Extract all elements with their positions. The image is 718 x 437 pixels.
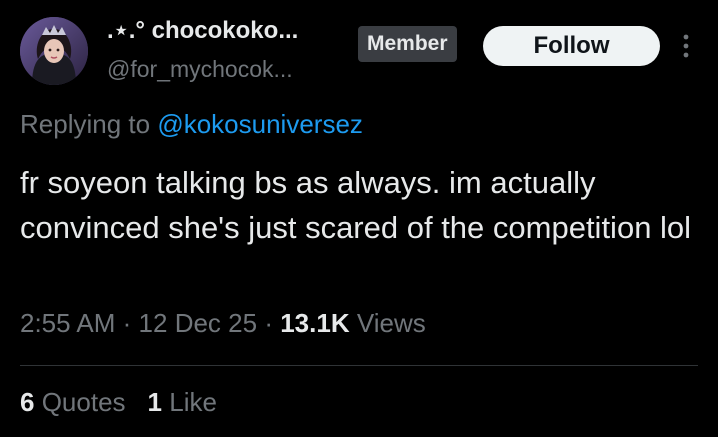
quotes-label: Quotes xyxy=(41,387,126,417)
engagement-stats: 6 Quotes 1 Like xyxy=(20,387,217,418)
member-badge: Member xyxy=(358,26,457,62)
replying-to-label: Replying to xyxy=(20,109,151,139)
tweet-text: fr soyeon talking bs as always. im actua… xyxy=(20,165,692,245)
reply-mention-link[interactable]: @kokosuniversez xyxy=(157,109,363,139)
follow-button[interactable]: Follow xyxy=(483,26,660,66)
author-avatar[interactable] xyxy=(20,17,88,85)
likes-label: Like xyxy=(169,387,217,417)
quotes-link[interactable]: 6 Quotes xyxy=(20,387,126,417)
quotes-count: 6 xyxy=(20,387,35,417)
tweet-date[interactable]: 12 Dec 25 xyxy=(139,308,258,338)
meta-separator: · xyxy=(122,308,132,338)
likes-count: 1 xyxy=(147,387,162,417)
divider xyxy=(20,365,698,366)
more-vertical-icon[interactable] xyxy=(674,26,698,66)
author-display-name[interactable]: .⋆.° chocokoko... xyxy=(107,16,298,45)
views-label: Views xyxy=(356,308,426,338)
views-count: 13.1K xyxy=(280,308,350,338)
tweet-time[interactable]: 2:55 AM xyxy=(20,308,115,338)
tweet-meta: 2:55 AM · 12 Dec 25 · 13.1K Views xyxy=(20,308,426,339)
meta-separator: · xyxy=(264,308,273,338)
avatar-image xyxy=(20,17,88,85)
replying-to-line: Replying to @kokosuniversez xyxy=(20,109,363,140)
author-handle[interactable]: @for_mychocok... xyxy=(107,56,293,83)
likes-link[interactable]: 1 Like xyxy=(148,387,217,417)
